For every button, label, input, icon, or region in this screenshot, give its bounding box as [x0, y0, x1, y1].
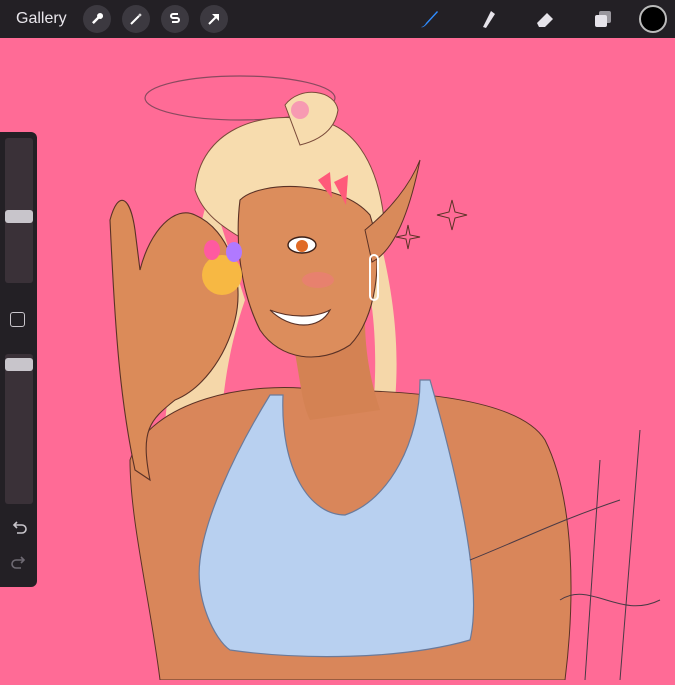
opacity-thumb[interactable]: [5, 358, 33, 371]
redo-icon[interactable]: [9, 552, 29, 572]
opacity-slider[interactable]: [5, 354, 33, 504]
transform-arrow-icon[interactable]: [199, 5, 228, 33]
undo-icon[interactable]: [9, 517, 29, 537]
artwork-illustration: [109, 75, 661, 681]
color-picker-swatch[interactable]: [639, 5, 667, 33]
top-toolbar: Gallery: [0, 0, 675, 38]
wrench-icon[interactable]: [82, 5, 111, 33]
brush-size-slider[interactable]: [5, 138, 33, 283]
eraser-icon[interactable]: [523, 0, 567, 38]
brush-size-thumb[interactable]: [5, 210, 33, 223]
modify-button[interactable]: [10, 312, 25, 327]
gallery-button[interactable]: Gallery: [16, 10, 67, 28]
left-sidebar: [0, 132, 37, 587]
brush-icon[interactable]: [407, 0, 451, 38]
drawing-canvas[interactable]: [0, 38, 675, 681]
layers-icon[interactable]: [581, 0, 625, 38]
selection-s-icon[interactable]: [160, 5, 189, 33]
smudge-icon[interactable]: [465, 0, 509, 38]
right-toolset: [393, 0, 675, 38]
magic-wand-icon[interactable]: [121, 5, 150, 33]
